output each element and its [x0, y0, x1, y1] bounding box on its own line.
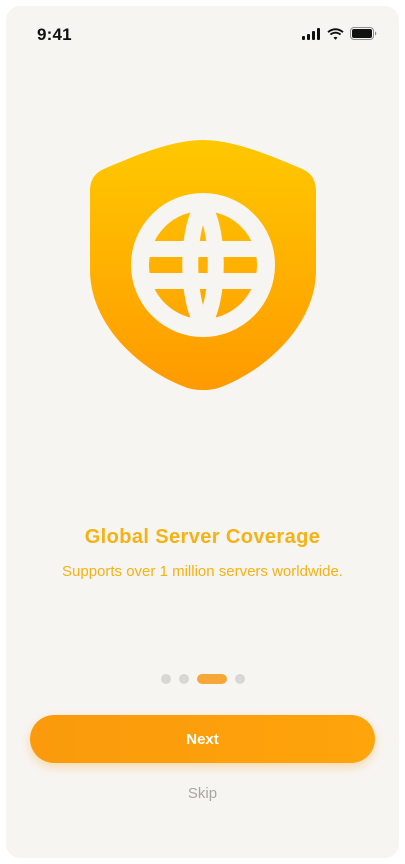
status-time: 9:41 — [37, 25, 72, 44]
page-dot-1[interactable] — [160, 674, 171, 684]
onboarding-subtitle: Supports over 1 million servers worldwid… — [62, 563, 343, 580]
next-button[interactable]: Next — [30, 715, 375, 763]
page-dot-2[interactable] — [178, 674, 189, 684]
status-bar: 9:41 — [6, 6, 399, 62]
signal-icon — [302, 27, 321, 40]
page-dot-3-active[interactable] — [196, 674, 227, 684]
onboarding-title: Global Server Coverage — [84, 526, 321, 548]
skip-link[interactable]: Skip — [6, 785, 399, 802]
phone-screen: 9:41 Global Server Coverage Supports ove… — [6, 6, 399, 858]
status-icons — [302, 27, 377, 40]
battery-icon — [350, 27, 377, 40]
page-dot-4[interactable] — [234, 674, 245, 684]
shield-globe-icon — [90, 140, 316, 392]
page-indicator — [6, 674, 399, 684]
wifi-icon — [327, 27, 344, 40]
